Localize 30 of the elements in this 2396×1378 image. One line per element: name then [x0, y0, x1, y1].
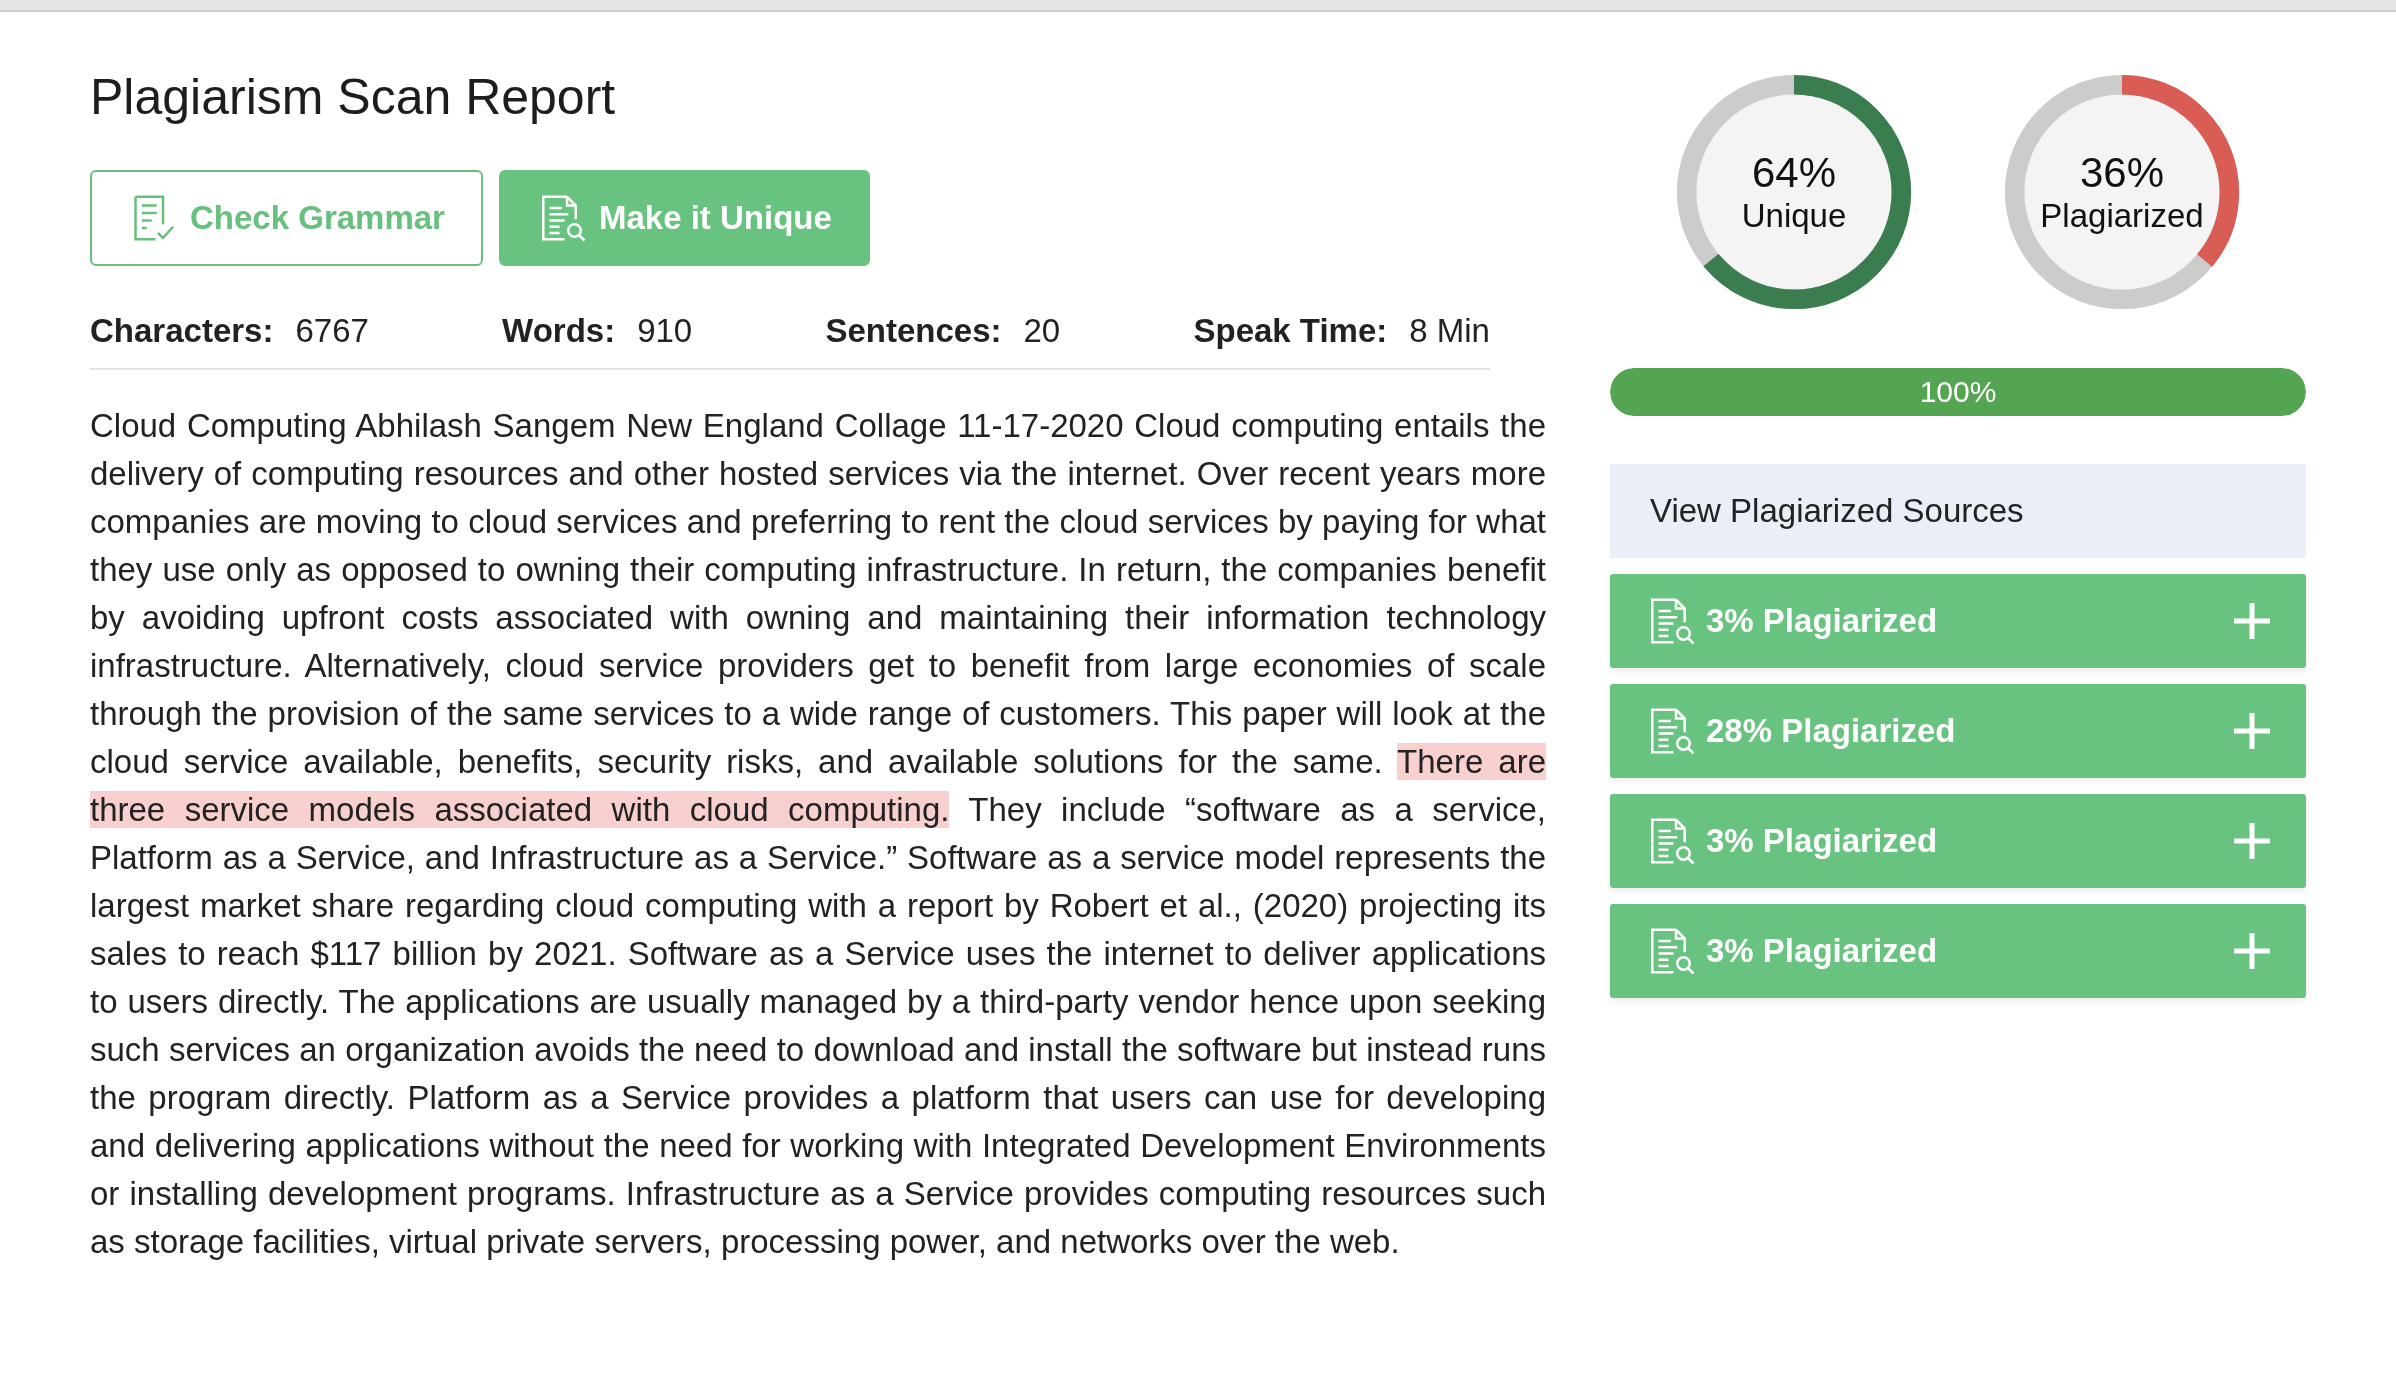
stat-value: 910 [637, 312, 693, 350]
score-percent: 36% [2079, 149, 2165, 197]
score-label: Unique [1741, 197, 1847, 235]
stat-value: 20 [1023, 312, 1061, 350]
stat-label: Sentences: [825, 312, 1002, 350]
score-percent: 64% [1751, 149, 1837, 197]
source-label: 3% Plagiarized [1706, 932, 1939, 970]
plus-icon[interactable] [2234, 823, 2270, 859]
source-label: 3% Plagiarized [1706, 602, 1939, 640]
action-button[interactable]: Make it Unique [498, 170, 870, 266]
plus-icon[interactable] [2234, 713, 2270, 749]
sources-header[interactable]: View Plagiarized Sources [1610, 464, 2306, 558]
stat-label: Speak Time: [1193, 312, 1388, 350]
stat-value: 8 Min [1409, 312, 1490, 350]
source-label: 3% Plagiarized [1706, 822, 1939, 860]
plus-icon[interactable] [2234, 933, 2270, 969]
stat-label: Characters: [90, 312, 274, 350]
source-row[interactable]: 28% Plagiarized [1610, 684, 2306, 778]
source-row[interactable]: 3% Plagiarized [1610, 904, 2306, 998]
progress-reading: 100% [1918, 374, 1998, 410]
score-label: Plagiarized [2040, 197, 2204, 235]
stat-label: Words: [502, 312, 616, 350]
action-button[interactable]: Check Grammar [90, 170, 483, 266]
source-row[interactable]: 3% Plagiarized [1610, 574, 2306, 668]
stat-value: 6767 [295, 312, 369, 350]
source-label: 28% Plagiarized [1706, 712, 1957, 750]
plus-icon[interactable] [2234, 603, 2270, 639]
report-title: Plagiarism Scan Report [90, 68, 617, 126]
source-row[interactable]: 3% Plagiarized [1610, 794, 2306, 888]
report-text: Cloud Computing Abhilash Sangem New England Collage 11-17-2020 Cloud computing entails the delivery of computing resources and other hosted services via the internet. Over recent years more companies are moving to cloud services and preferring to rent the cloud services by paying for what they use only as opposed to owning their computing infrastructure. In return, the companies benefit by avoiding upfront costs associated with owning and maintaining their information technology infrastructure. Alternatively, cloud service providers get to benefit from large economies of scale through the provision of the same services to a wide range of customers. This paper will look at the cloud service available, benefits, security risks, and available solutions for the same. There are three service models associated with cloud computing. They include “software as a service, Platform as a Service, and Infrastructure as a Service.” Software as a service model represents the largest market share regarding cloud computing with a report by Robert et al., (2020) projecting its sales to reach $117 billion by 2021. Software as a Service uses the internet to deliver applications to users directly. The applications are usually managed by a third-party vendor hence upon seeking such services an organization avoids the need to download and install the software but instead runs the program directly. Platform as a Service provides a platform that users can use for developing and delivering applications without the need for working with Integrated Development Environments or installing development programs. Infrastructure as a Service provides computing resources such as storage facilities, virtual private servers, processing power, and networks over the web. [90, 406, 1546, 1262]
